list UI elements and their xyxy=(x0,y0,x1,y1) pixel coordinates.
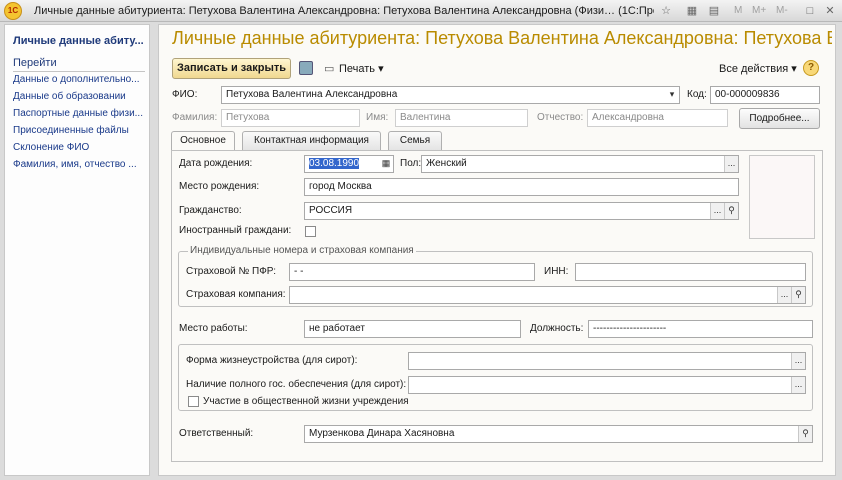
living-form-label: Форма жизнеустройства (для сирот): xyxy=(186,355,358,366)
maximize-icon[interactable]: □ xyxy=(802,3,818,19)
save-icon[interactable] xyxy=(299,61,313,75)
page-title: Личные данные абитуриента: Петухова Вале… xyxy=(172,28,832,48)
tab-main[interactable]: Основное xyxy=(171,131,235,151)
printer-icon[interactable]: ▭ xyxy=(324,62,334,75)
surname-label: Фамилия: xyxy=(172,112,218,123)
state-support-label: Наличие полного гос. обеспечения (для си… xyxy=(186,379,407,390)
insurance-group-title: Индивидуальные номера и страховая компан… xyxy=(188,245,416,256)
birth-date-value: 03.08.1990 xyxy=(309,158,360,169)
all-actions-button[interactable]: Все действия ▾ xyxy=(719,62,797,75)
search-icon[interactable]: ⚲ xyxy=(791,287,805,303)
title-bar: 1C Личные данные абитуриента: Петухова В… xyxy=(0,0,842,22)
foreign-citizen-checkbox[interactable] xyxy=(305,226,316,237)
chevron-down-icon[interactable]: ▾ xyxy=(665,87,679,103)
insurer-label: Страховая компания: xyxy=(186,289,286,300)
calculator-icon[interactable]: ▦ xyxy=(684,3,700,19)
print-button[interactable]: Печать ▾ xyxy=(339,62,384,75)
calendar-icon[interactable]: ▦ xyxy=(379,156,393,172)
app-logo-icon: 1C xyxy=(4,2,22,20)
inn-label: ИНН: xyxy=(544,266,569,277)
snils-field[interactable]: - - xyxy=(289,263,535,281)
responsible-label: Ответственный: xyxy=(179,428,254,439)
tab-family[interactable]: Семья xyxy=(388,131,442,150)
tab-contact-info[interactable]: Контактная информация xyxy=(242,131,381,150)
citizenship-label: Гражданство: xyxy=(179,205,242,216)
fio-field[interactable]: Петухова Валентина Александровна xyxy=(221,86,680,104)
select-dots-icon[interactable]: ... xyxy=(710,203,724,219)
birthplace-field[interactable]: город Москва xyxy=(304,178,739,196)
save-close-button[interactable]: Записать и закрыть xyxy=(172,58,291,79)
position-field[interactable]: ---------------------- xyxy=(588,320,813,338)
citizenship-field[interactable]: РОССИЯ xyxy=(304,202,739,220)
name-field[interactable]: Валентина xyxy=(395,109,528,127)
calendar-icon[interactable]: ▤ xyxy=(706,3,722,19)
insurance-group: Индивидуальные номера и страховая компан… xyxy=(178,245,813,307)
state-support-field[interactable] xyxy=(408,376,806,394)
sidebar-item-files[interactable]: Присоединенные файлы xyxy=(13,125,129,136)
surname-field[interactable]: Петухова xyxy=(221,109,360,127)
sidebar-item-declension[interactable]: Склонение ФИО xyxy=(13,142,89,153)
window-title: Личные данные абитуриента: Петухова Вале… xyxy=(34,5,654,17)
patronymic-field[interactable]: Александровна xyxy=(587,109,728,127)
snils-label: Страховой № ПФР: xyxy=(186,266,277,277)
sidebar-header[interactable]: Личные данные абиту... xyxy=(13,35,144,47)
memory-minus-button[interactable]: M- xyxy=(776,3,788,19)
tab-content-main: Дата рождения: 03.08.1990 ▦ Пол: Женский… xyxy=(171,150,823,462)
insurer-field[interactable] xyxy=(289,286,806,304)
orphan-group: Форма жизнеустройства (для сирот): ... Н… xyxy=(178,344,813,411)
social-life-checkbox[interactable] xyxy=(188,396,199,407)
sex-label: Пол: xyxy=(400,158,422,169)
details-button[interactable]: Подробнее... xyxy=(739,108,820,129)
code-label: Код: xyxy=(687,89,707,100)
sex-field[interactable]: Женский xyxy=(421,155,739,173)
birthplace-label: Место рождения: xyxy=(179,181,260,192)
memory-m-button[interactable]: M xyxy=(734,3,742,19)
photo-placeholder[interactable] xyxy=(749,155,815,239)
code-field[interactable]: 00-000009836 xyxy=(710,86,820,104)
social-life-label: Участие в общественной жизни учреждения xyxy=(203,396,409,407)
form-area: Личные данные абитуриента: Петухова Вале… xyxy=(158,24,836,476)
patronymic-label: Отчество: xyxy=(537,112,584,123)
sidebar-item-education[interactable]: Данные об образовании xyxy=(13,91,126,102)
close-icon[interactable]: ✕ xyxy=(822,3,838,19)
navigation-panel: Личные данные абиту... Перейти Данные о … xyxy=(4,24,150,476)
select-dots-icon[interactable]: ... xyxy=(791,353,805,369)
select-dots-icon[interactable]: ... xyxy=(777,287,791,303)
work-field[interactable]: не работает xyxy=(304,320,521,338)
fio-label: ФИО: xyxy=(172,89,198,100)
foreign-citizen-label: Иностранный граждани: xyxy=(179,225,292,236)
sidebar-item-passport[interactable]: Паспортные данные физи... xyxy=(13,108,143,119)
birth-date-label: Дата рождения: xyxy=(179,158,253,169)
inn-field[interactable] xyxy=(575,263,806,281)
sidebar-item-name-history[interactable]: Фамилия, имя, отчество ... xyxy=(13,159,137,170)
position-label: Должность: xyxy=(530,323,584,334)
responsible-field[interactable]: Мурзенкова Динара Хасяновна xyxy=(304,425,813,443)
work-label: Место работы: xyxy=(179,323,248,334)
select-dots-icon[interactable]: ... xyxy=(724,156,738,172)
sidebar-item-additional[interactable]: Данные о дополнительно... xyxy=(13,74,140,85)
sidebar-goto-title: Перейти xyxy=(13,57,145,72)
search-icon[interactable]: ⚲ xyxy=(798,426,812,442)
favorites-icon[interactable]: ☆ xyxy=(658,3,674,19)
name-label: Имя: xyxy=(366,112,389,123)
living-form-field[interactable] xyxy=(408,352,806,370)
search-icon[interactable]: ⚲ xyxy=(724,203,738,219)
memory-plus-button[interactable]: M+ xyxy=(752,3,766,19)
help-icon[interactable]: ? xyxy=(803,60,819,76)
select-dots-icon[interactable]: ... xyxy=(791,377,805,393)
